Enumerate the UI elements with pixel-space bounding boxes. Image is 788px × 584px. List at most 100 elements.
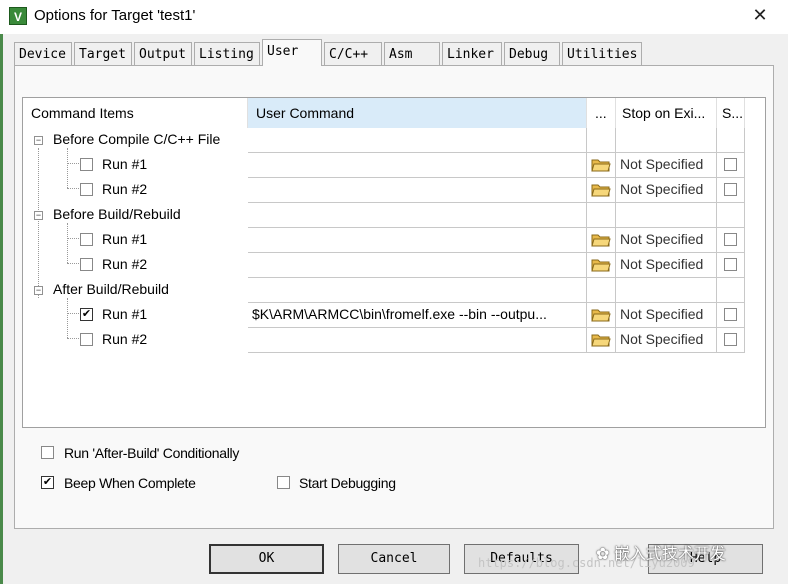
stop-cell (616, 203, 717, 228)
command-input[interactable] (248, 328, 587, 353)
header-s[interactable]: S... (717, 98, 745, 128)
header-user-command[interactable]: User Command (248, 98, 587, 128)
command-input[interactable] (248, 253, 587, 278)
run-label[interactable]: Run #2 (102, 181, 147, 197)
folder-open-icon[interactable] (591, 232, 611, 248)
folder-open-icon[interactable] (591, 157, 611, 173)
s-checkbox[interactable] (724, 183, 737, 196)
tree-connector (67, 148, 68, 188)
command-cell (248, 278, 587, 303)
wechat-account-name: 嵌入式技术开发 (613, 546, 726, 563)
user-command-grid: Command Items User Command ... Stop on E… (22, 97, 766, 428)
stop-cell (616, 128, 717, 153)
stop-cell[interactable]: Not Specified (616, 328, 717, 353)
browse-cell (587, 253, 616, 278)
stop-cell (616, 278, 717, 303)
folder-open-icon[interactable] (591, 182, 611, 198)
run-label[interactable]: Run #2 (102, 256, 147, 272)
run-label[interactable]: Run #1 (102, 231, 147, 247)
keil-uvision-icon: V (9, 7, 27, 25)
s-cell (717, 303, 745, 328)
stop-cell[interactable]: Not Specified (616, 153, 717, 178)
s-checkbox[interactable] (724, 308, 737, 321)
stop-on-exit-value: Not Specified (620, 306, 704, 322)
s-checkbox[interactable] (724, 333, 737, 346)
browse-cell (587, 328, 616, 353)
tab-utilities[interactable]: Utilities (562, 42, 642, 65)
tab-listing[interactable]: Listing (194, 42, 260, 65)
expand-collapse-toggle[interactable]: − (34, 286, 43, 295)
s-cell (717, 253, 745, 278)
command-value: $K\ARM\ARMCC\bin\fromelf.exe --bin --out… (252, 306, 547, 322)
browse-cell (587, 128, 616, 153)
window-title: Options for Target 'test1' (34, 7, 196, 24)
run-label[interactable]: Run #1 (102, 306, 147, 322)
run-checkbox[interactable] (80, 233, 93, 246)
header-browse[interactable]: ... (587, 98, 616, 128)
stop-cell[interactable]: Not Specified (616, 178, 717, 203)
s-cell (717, 278, 745, 303)
header-command-items[interactable]: Command Items (23, 98, 248, 128)
run-checkbox[interactable] (80, 158, 93, 171)
browse-cell (587, 228, 616, 253)
folder-open-icon[interactable] (591, 307, 611, 323)
command-input[interactable]: $K\ARM\ARMCC\bin\fromelf.exe --bin --out… (248, 303, 587, 328)
expand-collapse-toggle[interactable]: − (34, 211, 43, 220)
tree-connector (67, 163, 79, 164)
wechat-logo-icon: ✿ (596, 546, 610, 563)
folder-open-icon[interactable] (591, 257, 611, 273)
run-checkbox[interactable]: ✔ (80, 308, 93, 321)
run-checkbox[interactable] (80, 183, 93, 196)
tab-user[interactable]: User (262, 39, 322, 66)
expand-collapse-toggle[interactable]: − (34, 136, 43, 145)
stop-on-exit-value: Not Specified (620, 181, 704, 197)
stop-on-exit-value: Not Specified (620, 331, 704, 347)
tab-c-cpp[interactable]: C/C++ (324, 42, 382, 65)
title-bar: V Options for Target 'test1' ✕ (0, 0, 788, 34)
s-checkbox[interactable] (724, 158, 737, 171)
tab-device[interactable]: Device (14, 42, 72, 65)
stop-cell[interactable]: Not Specified (616, 253, 717, 278)
tab-output[interactable]: Output (134, 42, 192, 65)
run-after-build-conditionally-checkbox[interactable] (41, 446, 54, 459)
tree-connector (67, 238, 79, 239)
group-label-before-build[interactable]: Before Build/Rebuild (53, 206, 181, 222)
beep-when-complete-checkbox[interactable]: ✔ (41, 476, 54, 489)
tree-connector (67, 313, 79, 314)
stop-cell[interactable]: Not Specified (616, 228, 717, 253)
run-checkbox[interactable] (80, 258, 93, 271)
command-input[interactable] (248, 178, 587, 203)
cancel-button[interactable]: Cancel (338, 544, 450, 574)
ok-button[interactable]: OK (209, 544, 324, 574)
command-input[interactable] (248, 228, 587, 253)
run-label[interactable]: Run #2 (102, 331, 147, 347)
beep-when-complete-label[interactable]: Beep When Complete (64, 475, 196, 491)
s-cell (717, 178, 745, 203)
group-label-before-compile[interactable]: Before Compile C/C++ File (53, 131, 220, 147)
header-stop-on-exit[interactable]: Stop on Exi... (616, 98, 717, 128)
s-cell (717, 203, 745, 228)
s-checkbox[interactable] (724, 233, 737, 246)
folder-open-icon[interactable] (591, 332, 611, 348)
run-checkbox[interactable] (80, 333, 93, 346)
tab-debug[interactable]: Debug (504, 42, 560, 65)
tab-target[interactable]: Target (74, 42, 132, 65)
tab-linker[interactable]: Linker (442, 42, 502, 65)
run-label[interactable]: Run #1 (102, 156, 147, 172)
group-label-after-build[interactable]: After Build/Rebuild (53, 281, 169, 297)
s-cell (717, 328, 745, 353)
run-after-build-conditionally-label[interactable]: Run 'After-Build' Conditionally (64, 445, 239, 461)
start-debugging-label[interactable]: Start Debugging (299, 475, 396, 491)
tab-asm[interactable]: Asm (384, 42, 440, 65)
close-button[interactable]: ✕ (750, 5, 770, 25)
tree-connector (67, 223, 68, 263)
command-input[interactable] (248, 153, 587, 178)
browse-cell (587, 303, 616, 328)
background-window-edge (0, 34, 3, 584)
s-checkbox[interactable] (724, 258, 737, 271)
browse-cell (587, 278, 616, 303)
start-debugging-checkbox[interactable] (277, 476, 290, 489)
stop-cell[interactable]: Not Specified (616, 303, 717, 328)
stop-on-exit-value: Not Specified (620, 256, 704, 272)
stop-on-exit-value: Not Specified (620, 231, 704, 247)
